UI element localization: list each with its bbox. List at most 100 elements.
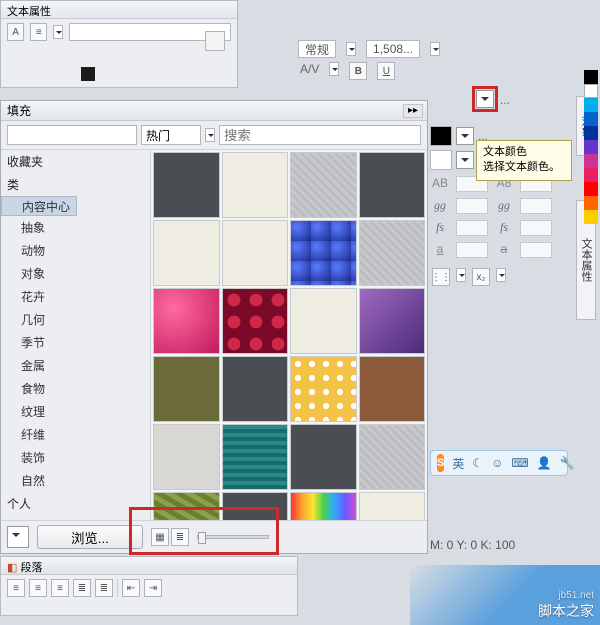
texture-thumb[interactable]: [359, 220, 426, 286]
color-swatch-dropdown[interactable]: [456, 151, 474, 169]
texture-thumb[interactable]: [153, 220, 220, 286]
source-folder-select[interactable]: [7, 125, 137, 145]
texture-thumb[interactable]: [222, 356, 289, 422]
palette-swatch[interactable]: [584, 154, 598, 168]
bullet-dropdown-icon[interactable]: [456, 268, 466, 282]
stylistic-set-icon[interactable]: fs: [432, 220, 448, 236]
ime-emoji-icon[interactable]: ☺: [491, 456, 503, 470]
align-justify-icon[interactable]: ≣: [73, 579, 91, 597]
ligature-icon[interactable]: gg: [432, 198, 448, 214]
font-style-select[interactable]: 常规: [298, 40, 336, 58]
glyph-alt-field[interactable]: [520, 198, 552, 214]
zoom-slider[interactable]: [197, 535, 269, 539]
tree-item[interactable]: 对象: [1, 262, 150, 285]
color-swatch-dropdown[interactable]: [456, 127, 474, 145]
indent-left-icon[interactable]: ⇤: [122, 579, 140, 597]
tree-favorites[interactable]: 收藏夹: [1, 150, 150, 173]
texture-thumb[interactable]: [290, 220, 357, 286]
align-right-icon[interactable]: ≡: [51, 579, 69, 597]
tree-content-center[interactable]: 内容中心: [1, 196, 77, 216]
indent-right-icon[interactable]: ⇥: [144, 579, 162, 597]
ime-moon-icon[interactable]: ☾: [472, 456, 483, 470]
palette-swatch[interactable]: [584, 196, 598, 210]
shape-preset-button[interactable]: [205, 31, 225, 51]
view-list-icon[interactable]: ≣: [171, 528, 189, 546]
tree-item[interactable]: 自然: [1, 469, 150, 492]
palette-swatch[interactable]: [584, 140, 598, 154]
size-field[interactable]: 1,508...: [366, 40, 420, 58]
tree-item[interactable]: 季节: [1, 331, 150, 354]
script-dropdown-icon[interactable]: [496, 268, 506, 282]
swash-icon[interactable]: fs: [496, 220, 512, 236]
palette-swatch[interactable]: [584, 84, 598, 98]
texture-thumb[interactable]: [153, 424, 220, 490]
search-input[interactable]: [219, 125, 421, 145]
collapse-button[interactable]: ▸▸: [403, 104, 423, 118]
ime-lang[interactable]: 英: [452, 455, 464, 472]
palette-swatch[interactable]: [584, 112, 598, 126]
ime-keyboard-icon[interactable]: ⌨: [511, 456, 528, 470]
texture-thumb[interactable]: [222, 288, 289, 354]
texture-thumb[interactable]: [359, 424, 426, 490]
color-swatch-none[interactable]: [430, 150, 452, 170]
underline-icon[interactable]: a: [432, 242, 448, 258]
tree-item[interactable]: 金属: [1, 354, 150, 377]
texture-thumb[interactable]: [222, 152, 289, 218]
palette-swatch[interactable]: [584, 126, 598, 140]
tree-item[interactable]: 动物: [1, 239, 150, 262]
size-dropdown-icon[interactable]: [430, 42, 440, 56]
texture-thumb[interactable]: [359, 152, 426, 218]
ligature-field[interactable]: [456, 198, 488, 214]
ime-settings-icon[interactable]: 🔧: [560, 456, 575, 470]
palette-swatch[interactable]: [584, 182, 598, 196]
palette-swatch[interactable]: [584, 98, 598, 112]
glyph-alt-icon[interactable]: gg: [496, 198, 512, 214]
browse-button[interactable]: 浏览...: [37, 525, 143, 549]
texture-thumb[interactable]: [153, 152, 220, 218]
text-tool-icon[interactable]: A: [7, 23, 24, 41]
texture-thumb[interactable]: [153, 288, 220, 354]
texture-thumb[interactable]: [290, 424, 357, 490]
subscript-icon[interactable]: x₂: [472, 268, 490, 286]
tree-item[interactable]: 几何: [1, 308, 150, 331]
recent-fill-dropdown[interactable]: [7, 526, 29, 548]
align-distribute-icon[interactable]: ≣: [95, 579, 113, 597]
tree-root[interactable]: 类: [1, 173, 150, 196]
ime-toolbar[interactable]: S 英 ☾ ☺ ⌨ 👤 🔧: [430, 450, 568, 476]
texture-thumb[interactable]: [290, 288, 357, 354]
align-icon[interactable]: ≡: [30, 23, 47, 41]
sort-select[interactable]: 热门: [141, 125, 201, 145]
style-dropdown-icon[interactable]: [346, 42, 356, 56]
swash-field[interactable]: [520, 220, 552, 236]
palette-swatch[interactable]: [584, 70, 598, 84]
texture-thumb[interactable]: [222, 424, 289, 490]
more-options-icon[interactable]: ...: [500, 93, 510, 107]
tree-item[interactable]: 花卉: [1, 285, 150, 308]
texture-thumb[interactable]: [359, 356, 426, 422]
texture-thumb[interactable]: [359, 288, 426, 354]
palette-swatch[interactable]: [584, 210, 598, 224]
kerning-dropdown-icon[interactable]: [329, 62, 339, 76]
texture-thumb[interactable]: [222, 220, 289, 286]
tree-item[interactable]: 抽象: [1, 216, 150, 239]
font-dropdown-icon[interactable]: [53, 25, 63, 39]
sort-dropdown-icon[interactable]: [205, 128, 215, 142]
view-grid-icon[interactable]: ▦: [151, 528, 169, 546]
ime-person-icon[interactable]: 👤: [537, 456, 552, 470]
ime-brand-icon[interactable]: S: [437, 454, 444, 472]
zoom-thumb[interactable]: [198, 532, 206, 544]
align-center-icon[interactable]: ≡: [29, 579, 47, 597]
tree-item[interactable]: 纹理: [1, 400, 150, 423]
kerning-icon[interactable]: A/V: [300, 62, 319, 80]
texture-thumb[interactable]: [290, 152, 357, 218]
tree-personal[interactable]: 个人: [1, 492, 150, 515]
tree-item[interactable]: 纤维: [1, 423, 150, 446]
bullet-list-icon[interactable]: ⋮⋮: [432, 268, 450, 286]
strikethrough-icon[interactable]: a: [496, 242, 512, 258]
underline-field[interactable]: [456, 242, 488, 258]
texture-thumb[interactable]: [153, 356, 220, 422]
tree-item[interactable]: 装饰: [1, 446, 150, 469]
strike-field[interactable]: [520, 242, 552, 258]
bold-icon[interactable]: B: [349, 62, 367, 80]
texture-thumb[interactable]: [290, 356, 357, 422]
